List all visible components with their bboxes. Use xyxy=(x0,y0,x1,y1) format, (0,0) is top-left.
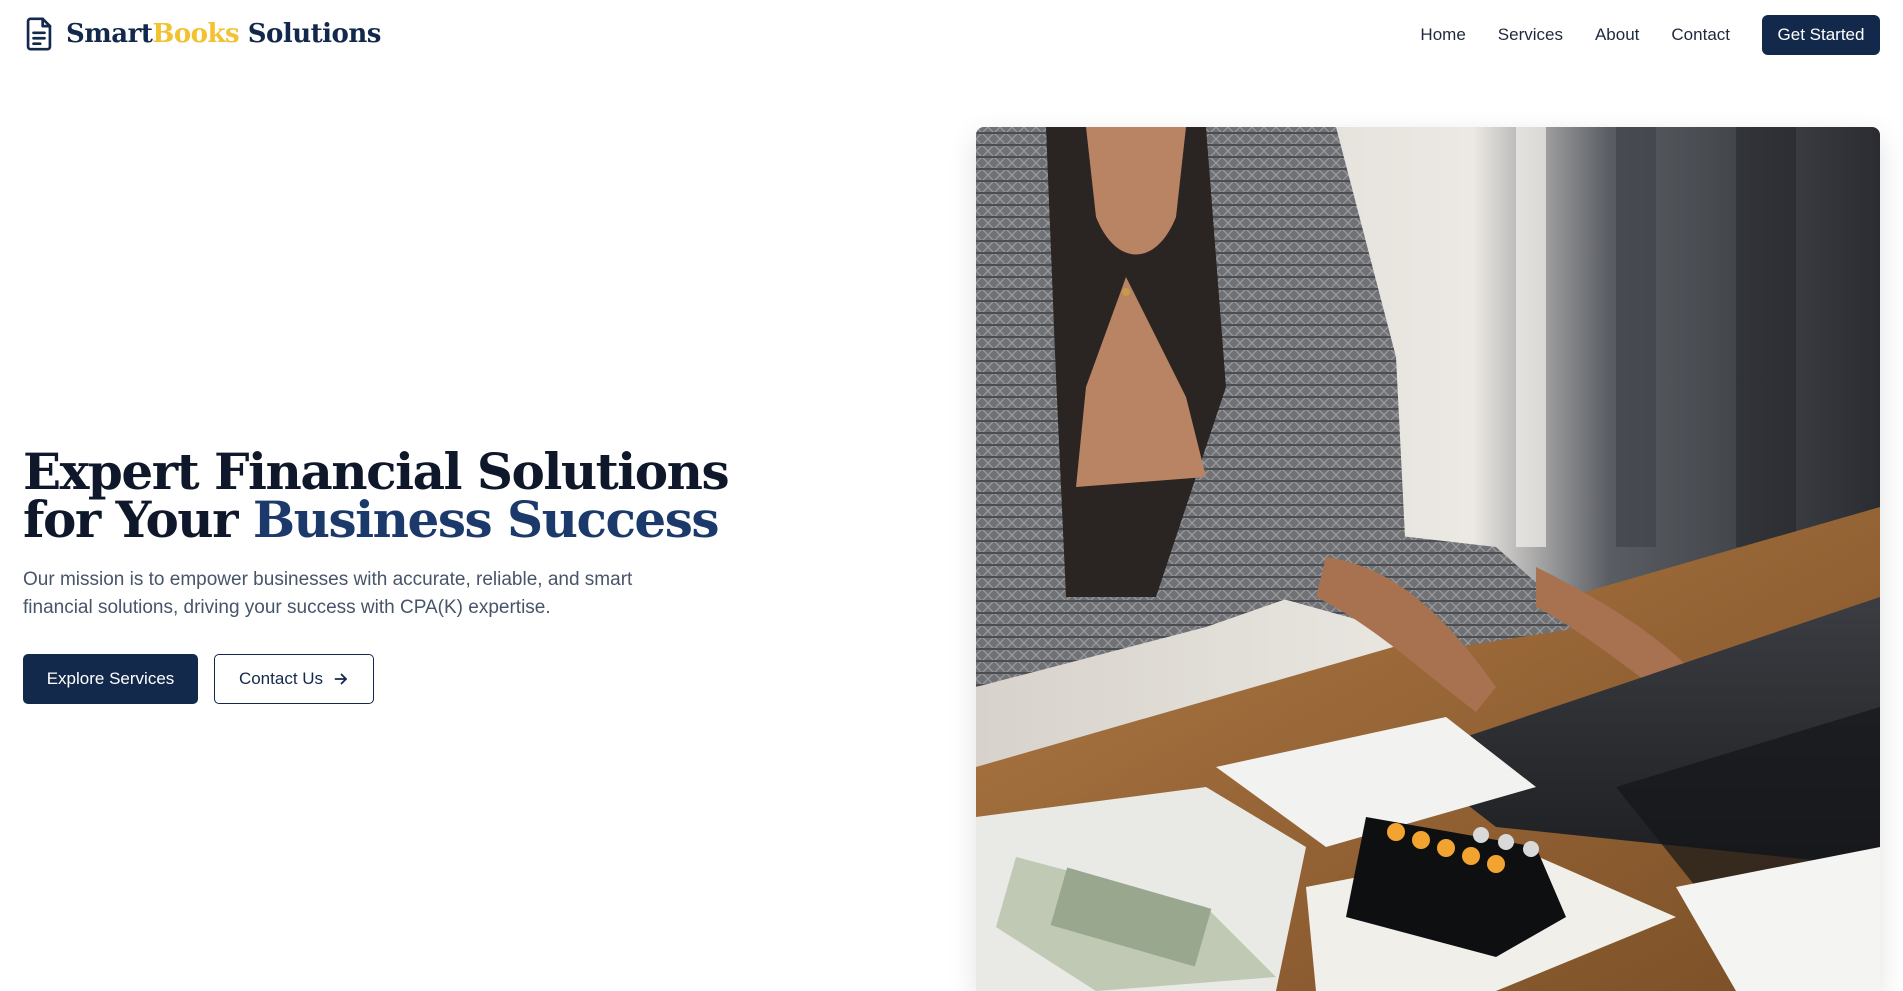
hero-headline-line2-prefix: for Your xyxy=(23,490,253,549)
brand-name-part2: Books xyxy=(152,19,240,49)
nav-item-about[interactable]: About xyxy=(1595,25,1639,45)
arrow-right-icon xyxy=(334,673,347,685)
hero-image xyxy=(976,127,1880,991)
brand-logo[interactable]: SmartBooks Solutions xyxy=(24,17,381,51)
get-started-button[interactable]: Get Started xyxy=(1762,15,1880,55)
nav-item-services[interactable]: Services xyxy=(1498,25,1563,45)
brand-name-part3: Solutions xyxy=(239,19,382,49)
nav-item-contact[interactable]: Contact xyxy=(1671,25,1730,45)
nav-item-home[interactable]: Home xyxy=(1420,25,1465,45)
explore-services-button[interactable]: Explore Services xyxy=(23,654,198,704)
document-icon xyxy=(26,17,52,51)
site-header: SmartBooks Solutions Home Services About… xyxy=(0,0,1903,70)
contact-us-label: Contact Us xyxy=(238,669,324,688)
main-nav: Home Services About Contact Get Started xyxy=(1420,15,1880,55)
hero-headline: Expert Financial Solutions for Your Busi… xyxy=(23,447,730,545)
contact-us-button[interactable]: Contact Us xyxy=(214,654,374,704)
accountant-photo xyxy=(976,127,1880,991)
hero-buttons: Explore Services Contact Us xyxy=(23,654,374,704)
hero-headline-accent: Business Success xyxy=(252,490,720,549)
brand-name-part1: Smart xyxy=(66,19,153,49)
mission-text: Our mission is to empower businesses wit… xyxy=(23,569,633,618)
brand-name: SmartBooks Solutions xyxy=(66,19,381,49)
